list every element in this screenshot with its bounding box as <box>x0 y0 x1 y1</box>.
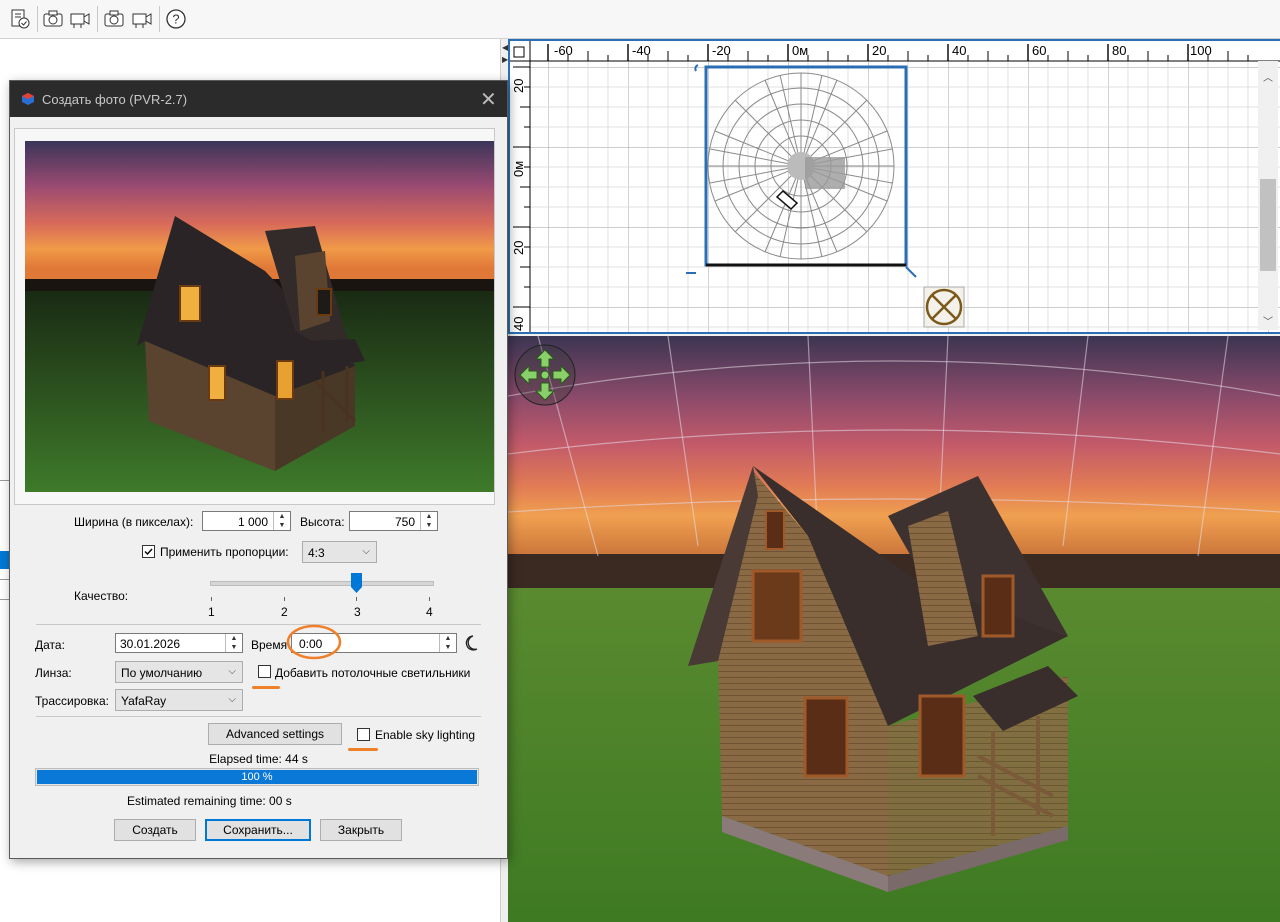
tracer-select[interactable]: YafaRay ⌵ <box>115 689 243 711</box>
quality-label: Качество: <box>74 589 129 603</box>
ruler-y-label: 0м <box>511 160 526 177</box>
dialog-title: Создать фото (PVR-2.7) <box>42 92 188 107</box>
moon-icon <box>465 635 478 651</box>
create-photo-dialog: Создать фото (PVR-2.7) ✕ Ширина (в пиксе… <box>9 80 508 859</box>
chevron-down-icon: ⌵ <box>228 666 236 677</box>
highlight-underline <box>348 748 378 751</box>
height-spinner[interactable]: ▲ ▼ <box>420 512 437 530</box>
ruler-y-label: 20 <box>511 240 526 255</box>
svg-text:﹀: ﹀ <box>1263 316 1273 328</box>
highlight-underline <box>252 686 280 689</box>
quality-tick-label: 4 <box>426 605 433 619</box>
3d-view[interactable] <box>508 336 1280 922</box>
navigation-arrows[interactable] <box>514 344 576 406</box>
quality-slider-thumb[interactable] <box>351 573 362 593</box>
ruler-x-label: 20 <box>872 43 887 58</box>
lens-select[interactable]: По умолчанию ⌵ <box>115 661 243 683</box>
width-input[interactable]: 1 000 ▲ ▼ <box>202 511 291 531</box>
date-input[interactable]: 30.01.2026 ▲ ▼ <box>115 633 243 653</box>
dialog-title-bar: Создать фото (PVR-2.7) ✕ <box>10 81 507 117</box>
time-highlight-circle <box>286 624 342 660</box>
ratio-select[interactable]: 4:3 ⌵ <box>302 541 377 563</box>
time-label: Время <box>251 638 288 652</box>
sky-lighting-checkbox[interactable] <box>357 728 370 741</box>
sky-lighting-label: Enable sky lighting <box>375 728 476 742</box>
date-label: Дата: <box>35 638 65 652</box>
document-check-icon[interactable] <box>8 7 32 31</box>
ruler-x-label: 80 <box>1112 43 1127 58</box>
proportions-label: Применить пропорции: <box>160 545 289 559</box>
camera-icon[interactable] <box>102 7 126 31</box>
height-label: Высота: <box>300 515 345 529</box>
remaining-time: Estimated remaining time: 00 s <box>127 794 292 808</box>
ruler-y-label: 20 <box>511 78 526 93</box>
ruler-x-label: 0м <box>792 43 809 58</box>
ruler-x-label: 100 <box>1190 43 1212 58</box>
video-camera-icon[interactable] <box>130 7 154 31</box>
height-input[interactable]: 750 ▲ ▼ <box>349 511 438 531</box>
plan-view[interactable]: ︿ ﹀ -60 -40 -20 0м 20 40 60 80 100 20 0м… <box>508 39 1280 334</box>
time-spinner[interactable]: ▲ ▼ <box>439 634 456 652</box>
video-camera-icon[interactable] <box>68 7 92 31</box>
lens-label: Линза: <box>35 666 72 680</box>
progress-text: 100 % <box>241 771 273 783</box>
ruler-x-label: -40 <box>632 43 651 58</box>
quality-tick-label: 3 <box>354 605 361 619</box>
save-button[interactable]: Сохранить... <box>205 819 311 841</box>
elapsed-time: Elapsed time: 44 s <box>209 752 308 766</box>
ruler-x-label: 40 <box>952 43 967 58</box>
svg-text:︿: ︿ <box>1263 73 1273 84</box>
progress-bar: 100 % <box>35 768 479 786</box>
tracer-label: Трассировка: <box>35 694 109 708</box>
main-toolbar: ? <box>0 0 1280 39</box>
advanced-settings-button[interactable]: Advanced settings <box>208 723 342 745</box>
create-button[interactable]: Создать <box>114 819 196 841</box>
width-spinner[interactable]: ▲ ▼ <box>273 512 290 530</box>
quality-slider-track[interactable] <box>210 581 434 586</box>
ruler-y-label: 40 <box>511 316 526 331</box>
ruler-x-label: 60 <box>1032 43 1047 58</box>
chevron-down-icon: ⌵ <box>228 694 236 705</box>
quality-tick-label: 2 <box>281 605 288 619</box>
width-label: Ширина (в пикселах): <box>74 515 194 529</box>
ceiling-lights-label: Добавить потолочные светильники <box>275 666 471 680</box>
close-icon[interactable]: ✕ <box>480 87 497 112</box>
app-logo-icon <box>22 93 34 105</box>
ruler-x-label: -60 <box>554 43 573 58</box>
ruler-x-label: -20 <box>712 43 731 58</box>
preview-image <box>25 141 494 492</box>
date-spinner[interactable]: ▲ ▼ <box>225 634 242 652</box>
check-icon <box>144 548 153 556</box>
help-icon[interactable]: ? <box>164 7 188 31</box>
proportions-checkbox[interactable] <box>142 545 155 558</box>
ceiling-lights-checkbox[interactable] <box>258 665 271 678</box>
preview-frame <box>14 128 495 505</box>
close-button[interactable]: Закрыть <box>320 819 402 841</box>
chevron-down-icon: ⌵ <box>362 546 370 557</box>
quality-tick-label: 1 <box>208 605 215 619</box>
camera-icon[interactable] <box>41 7 65 31</box>
svg-text:?: ? <box>172 12 179 27</box>
